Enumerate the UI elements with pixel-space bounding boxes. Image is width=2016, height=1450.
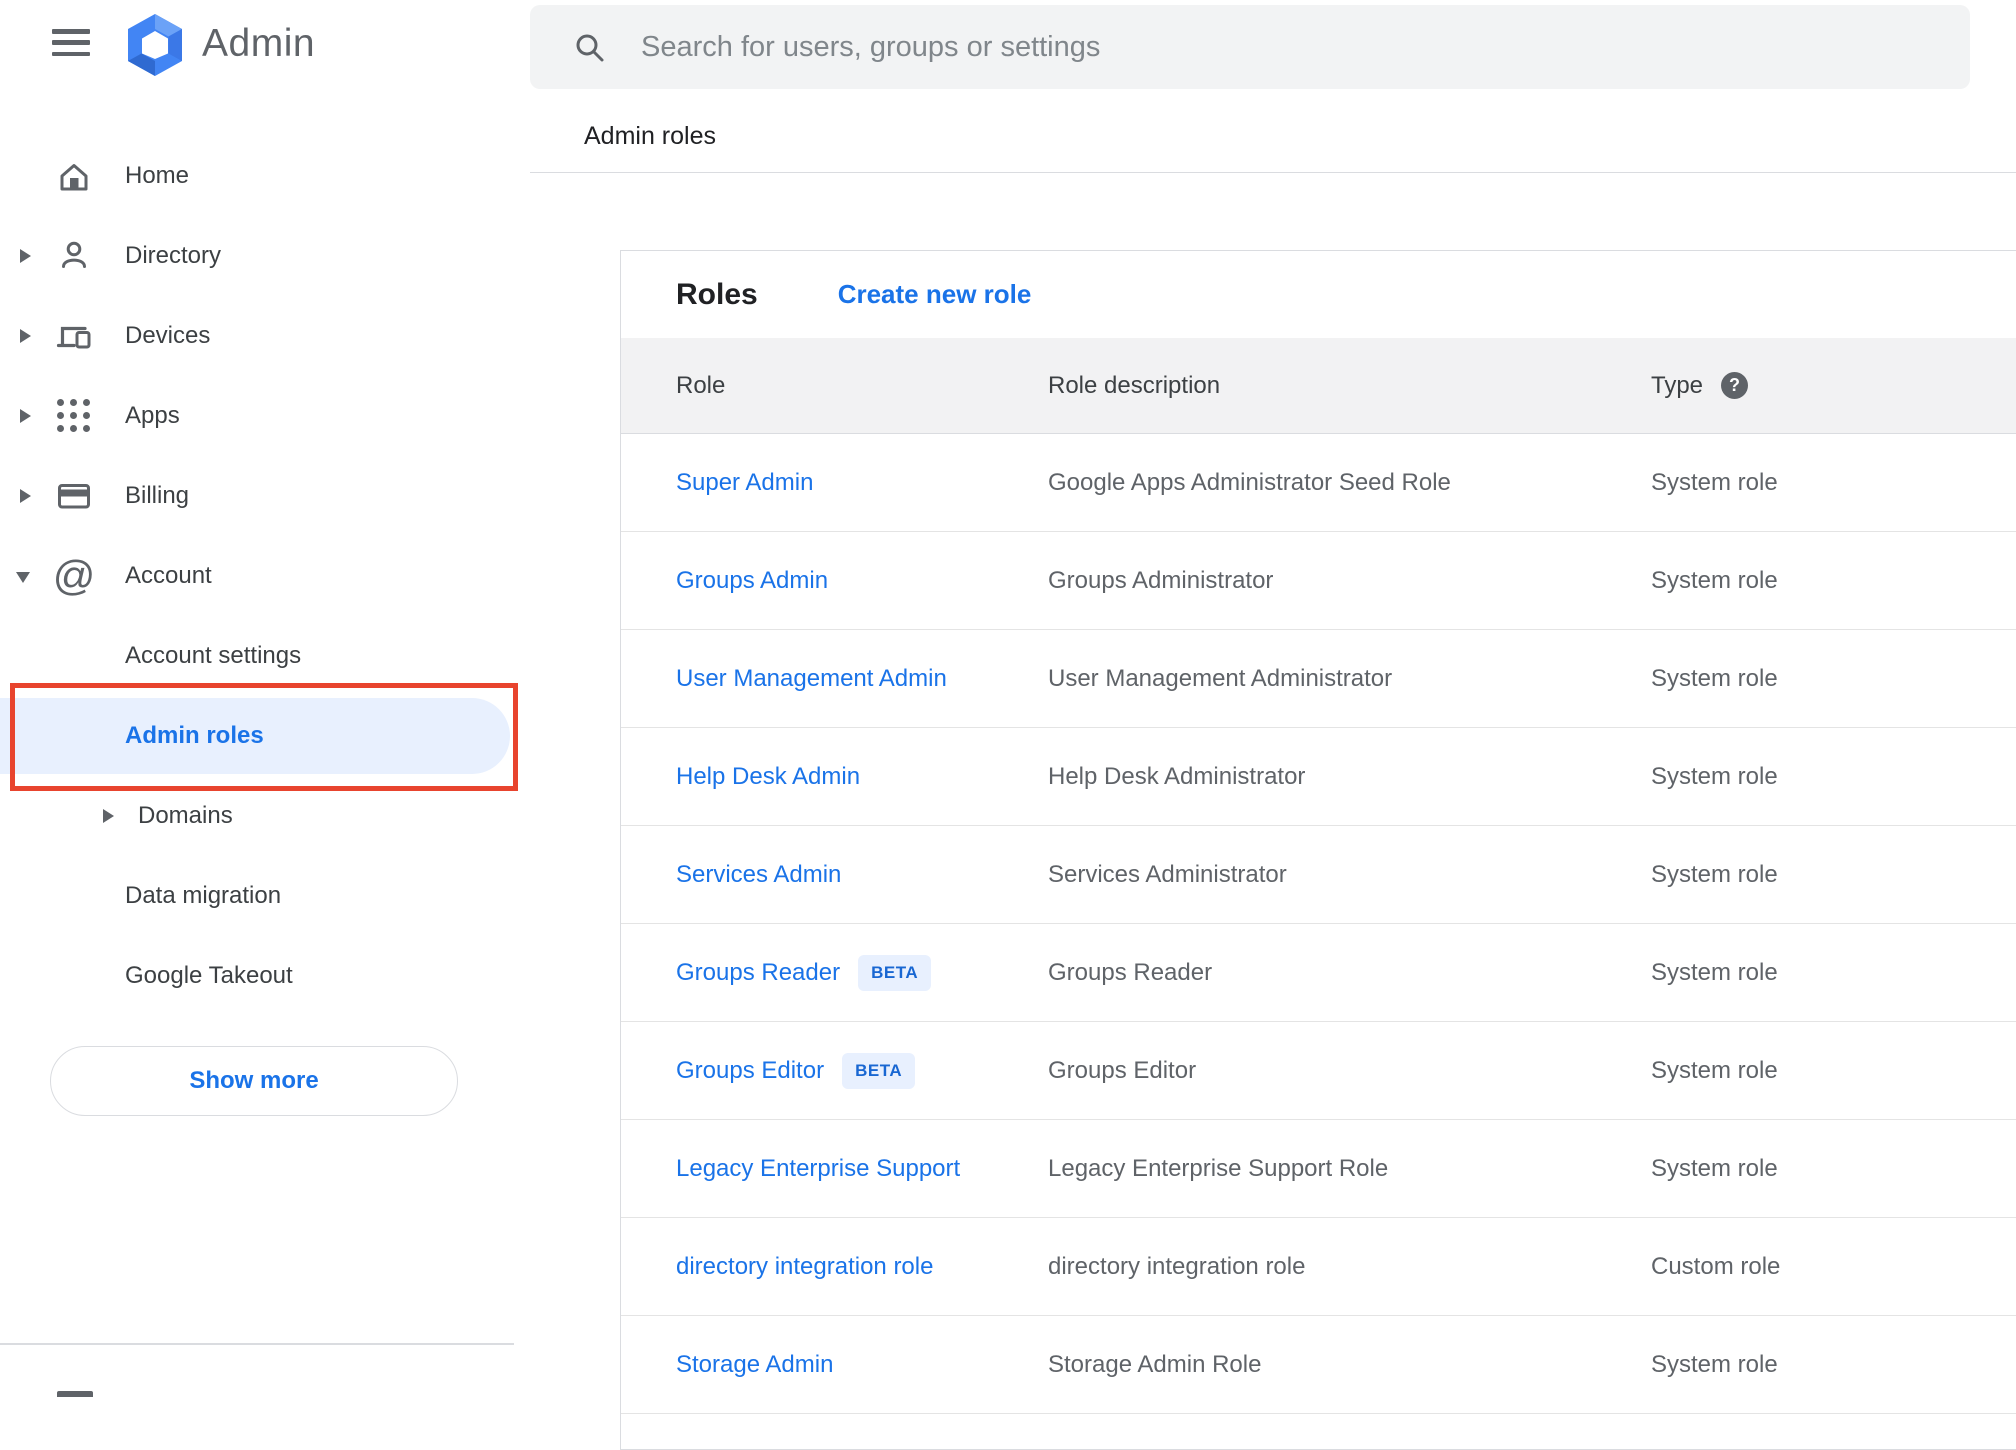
sidebar-item-admin-roles[interactable]: Admin roles (0, 696, 530, 776)
role-type: System role (1651, 1154, 1778, 1182)
beta-badge: BETA (858, 954, 932, 991)
role-description: Google Apps Administrator Seed Role (1048, 468, 1451, 496)
table-row: Services Admin Services Administrator Syst… (621, 826, 2016, 924)
sidebar-item-google-takeout[interactable]: Google Takeout (0, 936, 530, 1016)
sidebar-item-billing[interactable]: Billing (0, 456, 530, 536)
role-type: System role (1651, 958, 1778, 986)
role-description: User Management Administrator (1048, 664, 1393, 692)
role-link[interactable]: Legacy Enterprise Support (676, 1155, 960, 1182)
billing-icon (54, 476, 94, 516)
roles-card-header: Roles Create new role (621, 251, 2016, 338)
sidebar-item-label: Data migration (125, 882, 282, 909)
role-type: System role (1651, 762, 1778, 790)
show-more-button[interactable]: Show more (50, 1046, 458, 1116)
table-row: Help Desk Admin Help Desk Administrator Sy… (621, 728, 2016, 826)
sidebar-item-data-migration[interactable]: Data migration (0, 856, 530, 936)
devices-icon (54, 316, 94, 356)
at-icon: @ (52, 552, 96, 599)
table-row: Groups Admin Groups Administrator System r… (621, 532, 2016, 630)
role-description: Groups Administrator (1048, 566, 1274, 594)
column-header-type: Type (1651, 371, 1704, 399)
table-row: Storage Admin Storage Admin Role System ro… (621, 1316, 2016, 1414)
sidebar-item-domains[interactable]: Domains (0, 776, 530, 856)
sidebar-item-label: Billing (125, 482, 190, 509)
expand-arrow-icon[interactable] (103, 809, 114, 823)
sidebar-item-label: Account (125, 562, 212, 589)
sidebar-nav: Home Directory Devices Apps Billing @ Account A… (0, 136, 530, 1016)
breadcrumb: Admin roles (584, 122, 716, 150)
person-icon (54, 236, 94, 276)
role-link[interactable]: Services Admin (676, 861, 841, 888)
home-icon (54, 156, 94, 196)
table-row: directory integration role directory inte… (621, 1218, 2016, 1316)
collapse-arrow-icon[interactable] (16, 572, 30, 583)
role-description: Legacy Enterprise Support Role (1048, 1154, 1389, 1182)
role-type: System role (1651, 1056, 1778, 1084)
role-link[interactable]: Super Admin (676, 469, 813, 496)
header-divider (530, 172, 2016, 173)
expand-arrow-icon[interactable] (20, 249, 31, 263)
role-description: Storage Admin Role (1048, 1350, 1262, 1378)
menu-hamburger-icon[interactable] (52, 29, 90, 56)
sidebar-item-label: Apps (125, 402, 180, 429)
roles-table-body: Super Admin Google Apps Administrator See… (621, 434, 2016, 1414)
sidebar-divider (0, 1343, 514, 1345)
apps-icon (54, 396, 94, 436)
table-row: Legacy Enterprise Support Legacy Enterpri… (621, 1120, 2016, 1218)
role-link[interactable]: User Management Admin (676, 665, 947, 692)
sidebar-item-devices[interactable]: Devices (0, 296, 530, 376)
table-row: Groups Editor BETA Groups Editor System rol… (621, 1022, 2016, 1120)
column-header-role: Role (676, 371, 726, 399)
sidebar-item-label: Account settings (125, 642, 302, 669)
roles-title: Roles (676, 277, 758, 311)
search-input[interactable] (641, 30, 1970, 64)
role-type: System role (1651, 860, 1778, 888)
sidebar-item-label: Admin roles (125, 722, 264, 749)
expand-arrow-icon[interactable] (20, 489, 31, 503)
table-row: Super Admin Google Apps Administrator See… (621, 434, 2016, 532)
role-link[interactable]: directory integration role (676, 1253, 933, 1280)
sidebar-item-account[interactable]: @ Account (0, 536, 530, 616)
role-description: Help Desk Administrator (1048, 762, 1306, 790)
sidebar-item-account-settings[interactable]: Account settings (0, 616, 530, 696)
sidebar-item-label: Directory (125, 242, 222, 269)
product-title: Admin (202, 22, 316, 65)
sidebar-item-label: Home (125, 162, 190, 189)
sidebar-item-label: Domains (138, 802, 233, 829)
roles-card: Roles Create new role Role Role descript… (620, 250, 2016, 1450)
role-link[interactable]: Groups Reader (676, 959, 840, 986)
sidebar-item-label: Google Takeout (125, 962, 293, 989)
role-type: System role (1651, 468, 1778, 496)
role-type: System role (1651, 664, 1778, 692)
table-row: User Management Admin User Management Adm… (621, 630, 2016, 728)
sidebar-item-label: Devices (125, 322, 211, 349)
role-link[interactable]: Groups Editor (676, 1057, 824, 1084)
role-description: Groups Editor (1048, 1056, 1197, 1084)
role-description: Groups Reader (1048, 958, 1213, 986)
role-description: Services Administrator (1048, 860, 1287, 888)
table-header-row: Role Role description Type ? (621, 338, 2016, 434)
role-type: System role (1651, 566, 1778, 594)
role-type: System role (1651, 1350, 1778, 1378)
role-link[interactable]: Groups Admin (676, 567, 828, 594)
column-header-role-description: Role description (1048, 371, 1221, 399)
cutoff-sidebar-icon (57, 1391, 93, 1397)
search-icon (576, 34, 604, 61)
google-admin-logo-icon (128, 14, 182, 76)
role-type: Custom role (1651, 1252, 1781, 1280)
expand-arrow-icon[interactable] (20, 409, 31, 423)
create-new-role-link[interactable]: Create new role (838, 279, 1032, 310)
sidebar-item-home[interactable]: Home (0, 136, 530, 216)
role-link[interactable]: Storage Admin (676, 1351, 833, 1378)
search-bar[interactable] (530, 5, 1970, 89)
beta-badge: BETA (842, 1052, 916, 1089)
table-row: Groups Reader BETA Groups Reader System rol… (621, 924, 2016, 1022)
role-description: directory integration role (1048, 1252, 1306, 1280)
help-icon[interactable]: ? (1721, 372, 1749, 399)
role-link[interactable]: Help Desk Admin (676, 763, 860, 790)
sidebar-item-apps[interactable]: Apps (0, 376, 530, 456)
expand-arrow-icon[interactable] (20, 329, 31, 343)
sidebar-item-directory[interactable]: Directory (0, 216, 530, 296)
